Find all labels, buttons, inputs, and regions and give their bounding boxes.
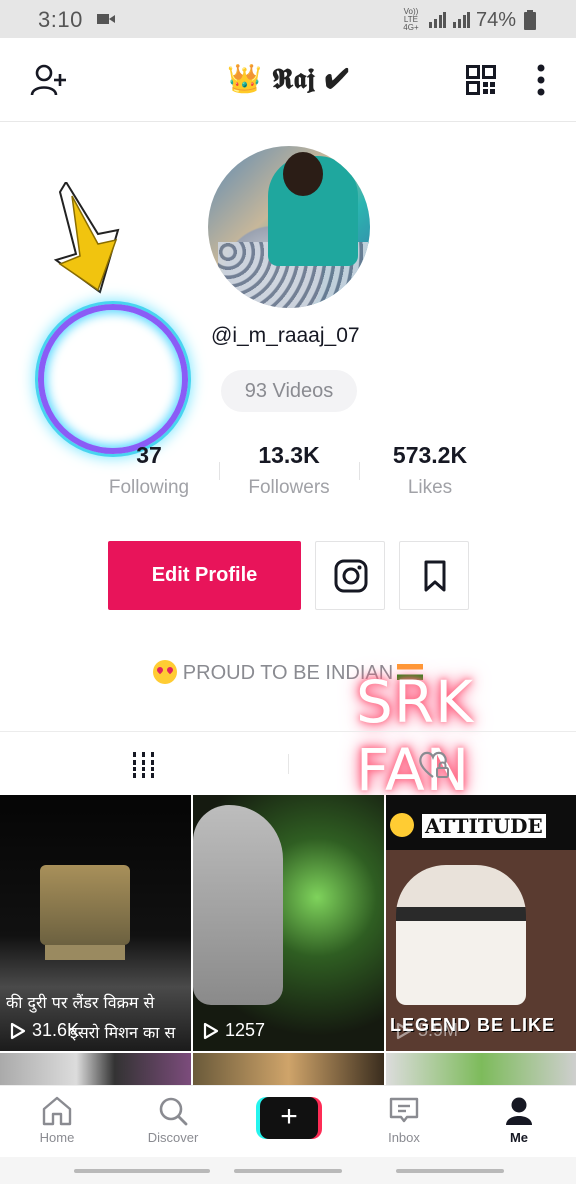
video-play-count: 1257 — [203, 1020, 265, 1041]
qr-code-icon[interactable] — [466, 65, 496, 95]
battery-icon — [524, 10, 536, 30]
video-caption: इसरो मिशन का स — [70, 1023, 176, 1042]
video-caption: की दुरी पर लैंडर विक्रम से — [6, 993, 155, 1012]
play-count-text: 31.6K — [32, 1020, 80, 1040]
bookmark-icon — [424, 560, 446, 592]
arrow-down-icon — [53, 182, 120, 294]
video-tile[interactable]: ATTITUDE LEGEND BE LIKE 5.9M — [386, 795, 576, 1051]
more-options-icon[interactable] — [536, 64, 546, 96]
video-tile[interactable]: की दुरी पर लैंडर विक्रम से इसरो मिशन का … — [0, 795, 191, 1051]
inbox-icon — [389, 1097, 419, 1123]
home-icon — [42, 1096, 72, 1126]
video-play-count: 5.9M — [396, 1020, 458, 1041]
video-tile[interactable]: 1257 — [193, 795, 384, 1051]
play-count-text: 5.9M — [418, 1020, 459, 1040]
network-label: Vo)) LTE 4G+ — [403, 7, 419, 32]
nav-home[interactable]: Home — [12, 1096, 102, 1145]
stat-following-value: 37 — [136, 442, 162, 468]
nav-discover[interactable]: Discover — [128, 1096, 218, 1145]
nav-me[interactable]: Me — [474, 1096, 564, 1145]
signal-icon — [428, 12, 446, 28]
video-thumbnail — [396, 865, 526, 1005]
instagram-icon — [334, 559, 368, 593]
video-play-count: 31.6K — [10, 1020, 79, 1041]
plus-icon: + — [260, 1097, 318, 1139]
edit-profile-button[interactable]: Edit Profile — [108, 541, 301, 610]
battery-percent: 74% — [475, 8, 516, 31]
stat-followers[interactable]: 13.3K Followers — [219, 442, 359, 499]
bottom-navigation: Home Discover + Inbox Me — [0, 1085, 576, 1157]
nav-inbox-label: Inbox — [388, 1130, 420, 1145]
stat-likes-label: Likes — [407, 477, 453, 498]
play-icon — [203, 1022, 219, 1039]
video-tile-partial[interactable] — [193, 1053, 384, 1085]
profile-tabs — [0, 731, 576, 795]
heart-eyes-emoji-icon — [152, 660, 177, 684]
signal-icon-2 — [452, 12, 470, 28]
play-count-text: 1257 — [225, 1020, 266, 1040]
play-icon — [10, 1022, 26, 1039]
stat-following[interactable]: 37 Following — [79, 442, 219, 499]
status-bar: 3:10 Vo)) LTE 4G+ 74% — [0, 0, 576, 38]
video-banner: ATTITUDE — [390, 813, 546, 839]
video-thumbnail — [193, 805, 283, 1005]
avatar-head — [283, 152, 323, 196]
system-gesture-bar — [0, 1157, 576, 1184]
profile-header: 👑 𝕽𝖆𝖏 ✔ — [0, 38, 576, 122]
stat-followers-label: Followers — [248, 477, 330, 498]
stat-following-label: Following — [108, 477, 190, 498]
username: @i_m_raaaj_07 — [211, 324, 360, 347]
tab-separator — [288, 754, 289, 774]
play-icon — [396, 1022, 412, 1039]
nav-inbox[interactable]: Inbox — [359, 1096, 449, 1145]
sunglasses-emoji-icon — [390, 813, 414, 837]
status-time: 3:10 — [38, 7, 83, 32]
profile-avatar[interactable] — [208, 146, 370, 308]
favorites-button[interactable] — [399, 541, 469, 610]
nav-discover-label: Discover — [147, 1130, 199, 1145]
videos-count-badge[interactable]: 93 Videos — [221, 370, 357, 412]
search-icon — [159, 1097, 188, 1126]
nav-me-label: Me — [509, 1130, 529, 1145]
status-right: Vo)) LTE 4G+ 74% — [400, 8, 536, 32]
video-banner-text: ATTITUDE — [422, 814, 546, 838]
create-video-button[interactable]: + — [256, 1097, 322, 1139]
stat-likes[interactable]: 573.2K Likes — [360, 442, 500, 499]
video-grid: की दुरी पर लैंडर विक्रम से इसरो मिशन का … — [0, 795, 576, 1085]
video-camera-icon — [97, 14, 115, 24]
video-thumbnail — [40, 865, 130, 945]
videos-grid-tab-icon[interactable] — [131, 752, 157, 778]
gesture-pill[interactable] — [74, 1169, 210, 1173]
liked-videos-tab-icon[interactable] — [418, 750, 450, 780]
profile-icon — [506, 1097, 532, 1125]
stat-followers-value: 13.3K — [258, 442, 320, 468]
video-tile-partial[interactable] — [0, 1053, 191, 1085]
gesture-pill[interactable] — [396, 1169, 504, 1173]
nav-home-label: Home — [39, 1130, 75, 1145]
video-tile-partial[interactable] — [386, 1053, 576, 1085]
glowing-ring-overlay — [38, 304, 188, 454]
gesture-pill[interactable] — [234, 1169, 342, 1173]
instagram-button[interactable] — [315, 541, 385, 610]
stat-likes-value: 573.2K — [392, 442, 468, 468]
